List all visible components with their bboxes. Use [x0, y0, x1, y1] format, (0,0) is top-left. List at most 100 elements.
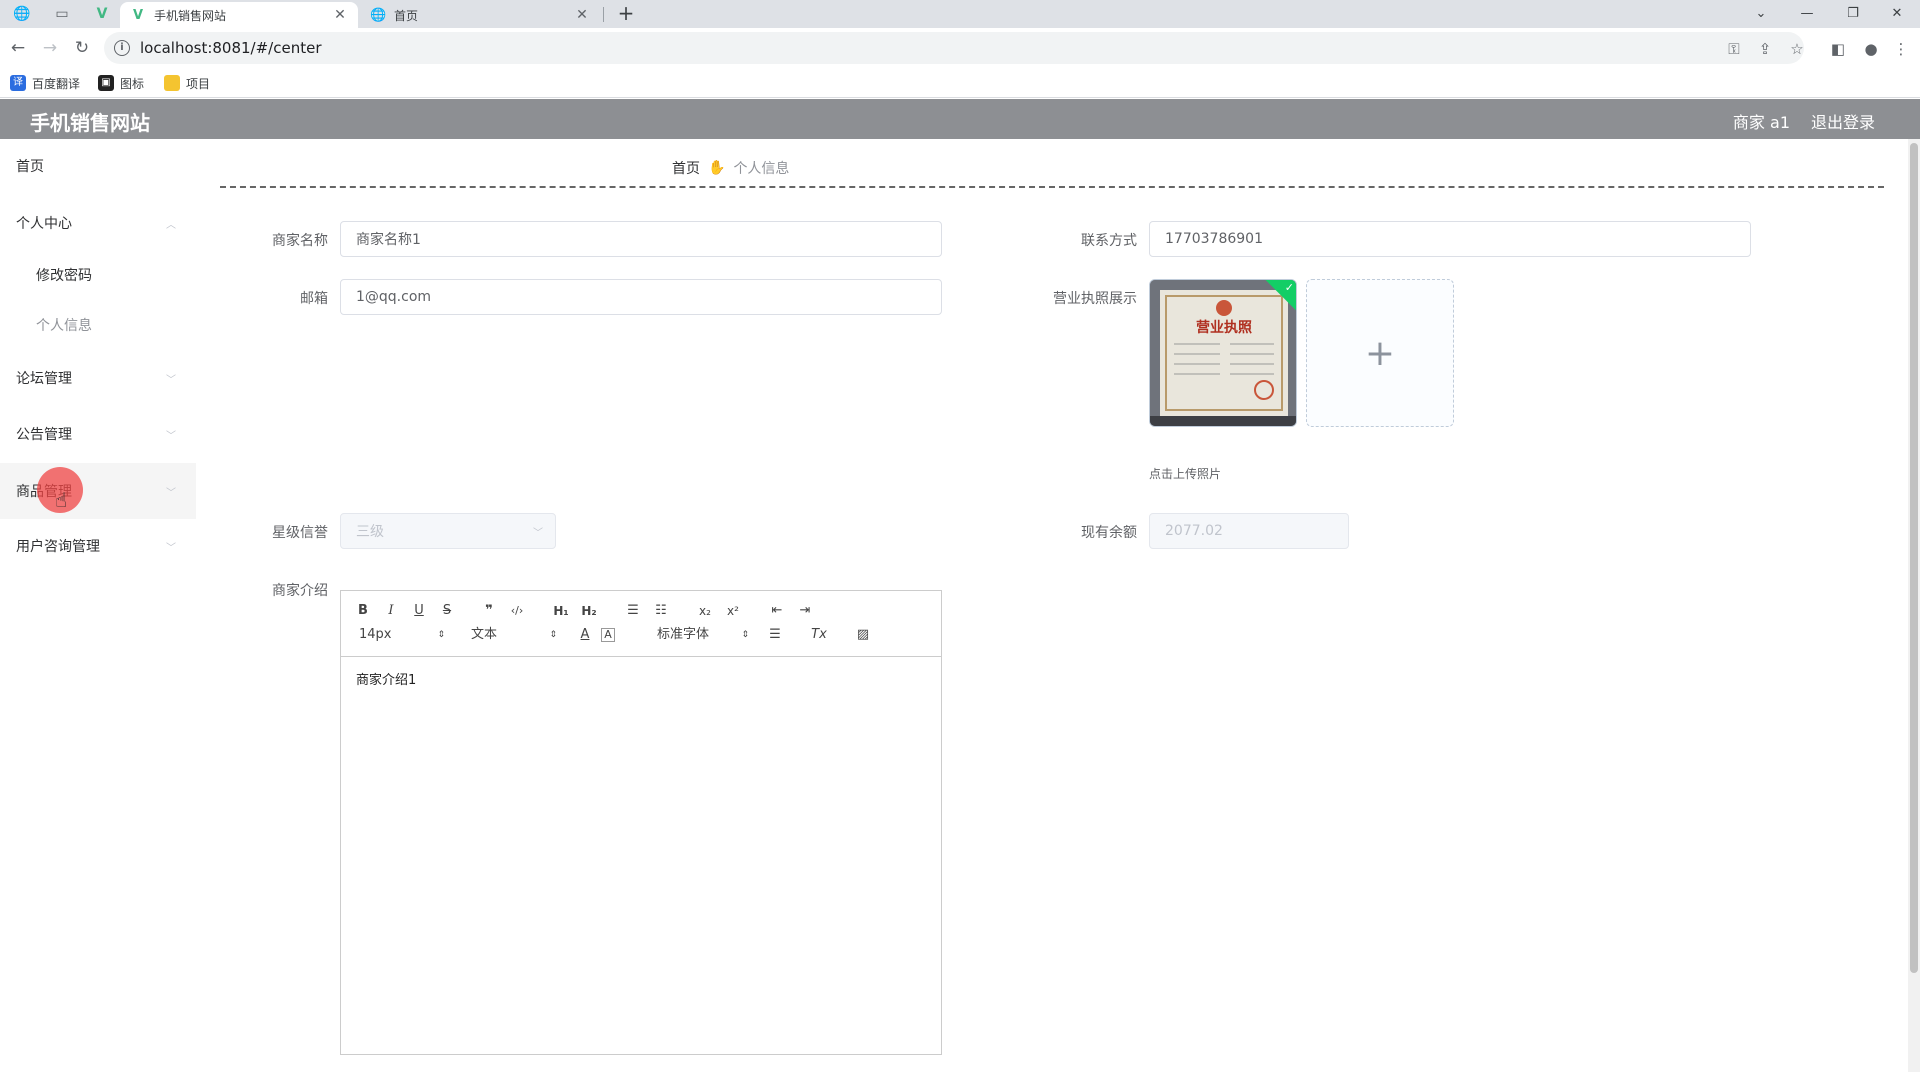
folder-icon [164, 75, 180, 91]
subscript-icon[interactable]: x₂ [695, 601, 715, 621]
superscript-icon[interactable]: x² [723, 601, 743, 621]
email-label: 邮箱 [300, 291, 328, 307]
bookmarks-bar: 译 百度翻译 ▣ 图标 项目 [0, 68, 1920, 98]
bookmark-item[interactable]: 译 百度翻译 [10, 73, 80, 93]
share-icon[interactable]: ⇪ [1754, 38, 1776, 60]
background-color-icon[interactable]: A [601, 628, 615, 642]
align-icon[interactable]: ☰ [765, 625, 785, 645]
globe-icon[interactable]: 🌐 [8, 2, 36, 26]
sidebar-item-consultations[interactable]: 用户咨询管理 ﹀ [0, 521, 196, 571]
sidebar-item-label: 个人中心 [16, 216, 72, 232]
heading1-icon[interactable]: H₁ [551, 601, 571, 621]
bookmark-label: 项目 [186, 76, 211, 91]
ordered-list-icon[interactable]: ☰ [623, 601, 643, 621]
new-tab-button[interactable]: + [614, 2, 638, 26]
editor-content[interactable]: 商家介绍1 [341, 657, 941, 700]
site-title: 手机销售网站 [30, 111, 150, 135]
merchant-name-input[interactable]: 商家名称1 [340, 221, 942, 257]
profile-icon[interactable]: ● [1860, 38, 1882, 60]
clear-format-icon[interactable]: Tx [809, 625, 829, 645]
heading2-icon[interactable]: H₂ [579, 601, 599, 621]
sidebar-item-label: 个人信息 [36, 318, 92, 334]
info-icon[interactable]: i [114, 40, 130, 56]
chevron-down-icon: ﹀ [533, 527, 543, 539]
address-bar[interactable]: i localhost:8081/#/center [104, 32, 1804, 64]
license-image[interactable]: 营业执照 ✓ [1149, 279, 1297, 427]
reload-icon[interactable]: ↻ [70, 36, 94, 60]
check-icon: ✓ [1284, 280, 1294, 294]
tab-separator [603, 7, 604, 22]
browser-tab-active[interactable]: V 手机销售网站 ✕ [120, 2, 358, 28]
translate-icon: 译 [10, 75, 26, 91]
email-input[interactable]: 1@qq.com [340, 279, 942, 315]
forward-icon[interactable]: → [38, 36, 62, 60]
rating-select[interactable]: 三级 ﹀ [340, 513, 556, 549]
sidebar-item-label: 首页 [16, 159, 44, 175]
breadcrumb: 首页 ✋ 个人信息 [672, 158, 789, 178]
sidebar-item-notices[interactable]: 公告管理 ﹀ [0, 409, 196, 459]
sidebar-item-personal-info[interactable]: 个人信息 [0, 300, 196, 350]
font-color-icon[interactable]: A [575, 625, 595, 645]
font-size-value: 14px [359, 627, 392, 642]
sidebar-item-change-password[interactable]: 修改密码 [0, 250, 196, 300]
sidebar-item-products[interactable]: 商品管理 ﹀ [0, 463, 196, 519]
bullet-list-icon[interactable]: ☷ [651, 601, 671, 621]
license-picture: 营业执照 [1150, 280, 1296, 426]
restore-button[interactable]: ❐ [1830, 0, 1876, 26]
back-icon[interactable]: ← [6, 36, 30, 60]
bold-icon[interactable]: B [353, 601, 373, 621]
balance-input[interactable]: 2077.02 [1149, 513, 1349, 549]
sidebar-item-label: 用户咨询管理 [16, 539, 100, 555]
sidebar-item-label: 公告管理 [16, 427, 72, 443]
close-icon[interactable]: ✕ [574, 7, 590, 23]
contact-input[interactable]: 17703786901 [1149, 221, 1751, 257]
rating-label: 星级信誉 [272, 525, 328, 541]
balance-label: 现有余额 [1081, 525, 1137, 541]
sidebar-item-label: 修改密码 [36, 268, 92, 284]
sidebar-item-personal-center[interactable]: 个人中心 ︿ [0, 198, 196, 248]
breadcrumb-home[interactable]: 首页 [672, 158, 700, 178]
browser-tab[interactable]: 🌐 首页 ✕ [360, 2, 600, 28]
chevron-down-icon: ﹀ [166, 542, 176, 554]
balance-value: 2077.02 [1165, 523, 1223, 539]
close-window-button[interactable]: ✕ [1874, 0, 1920, 26]
code-icon[interactable]: ‹/› [507, 601, 527, 621]
tab-title: 手机销售网站 [154, 8, 227, 23]
logout-button[interactable]: 退出登录 [1811, 109, 1875, 133]
breadcrumb-current: 个人信息 [733, 161, 790, 177]
block-type-select[interactable]: 文本 ⇕ [471, 625, 557, 645]
blockquote-icon[interactable]: ❞ [479, 601, 499, 621]
font-size-select[interactable]: 14px ⇕ [359, 625, 445, 645]
select-caret-icon: ⇕ [741, 630, 749, 640]
upload-tip: 点击上传照片 [1149, 467, 1222, 481]
minimize-button[interactable]: — [1784, 0, 1830, 26]
chevron-down-icon: ﹀ [166, 430, 176, 442]
sidebar-item-forum[interactable]: 论坛管理 ﹀ [0, 353, 196, 403]
merchant-name-value: 商家名称1 [356, 232, 421, 248]
bookmark-item[interactable]: 项目 [164, 73, 210, 93]
side-panel-icon[interactable]: ◧ [1827, 38, 1849, 60]
vue-logo-icon[interactable]: V [88, 2, 116, 26]
font-family-select[interactable]: 标准字体 ⇕ [657, 625, 749, 645]
bookmark-star-icon[interactable]: ☆ [1786, 38, 1808, 60]
italic-icon[interactable]: I [381, 601, 401, 621]
tab-search-icon[interactable]: ⌄ [1738, 0, 1784, 26]
image-icon[interactable]: ▨ [853, 625, 873, 645]
contact-value: 17703786901 [1165, 231, 1263, 247]
image-icon: ▣ [98, 75, 114, 91]
close-icon[interactable]: ✕ [332, 7, 348, 23]
key-icon[interactable]: ⚿ [1723, 38, 1745, 60]
underline-icon[interactable]: U [409, 601, 429, 621]
upload-button[interactable]: + [1306, 279, 1454, 427]
bookmark-item[interactable]: ▣ 图标 [98, 73, 144, 93]
blank-tab-icon[interactable]: ▭ [48, 2, 76, 26]
url-text: localhost:8081/#/center [140, 39, 322, 57]
sidebar-item-home[interactable]: 首页 [0, 141, 196, 191]
scrollbar-thumb[interactable] [1910, 143, 1918, 973]
strike-icon[interactable]: S [437, 601, 457, 621]
outdent-icon[interactable]: ⇤ [767, 601, 787, 621]
indent-icon[interactable]: ⇥ [795, 601, 815, 621]
app-header: 手机销售网站 商家 a1 退出登录 [0, 99, 1920, 139]
menu-kebab-icon[interactable]: ⋮ [1890, 38, 1912, 60]
page-scrollbar[interactable] [1908, 139, 1920, 1072]
